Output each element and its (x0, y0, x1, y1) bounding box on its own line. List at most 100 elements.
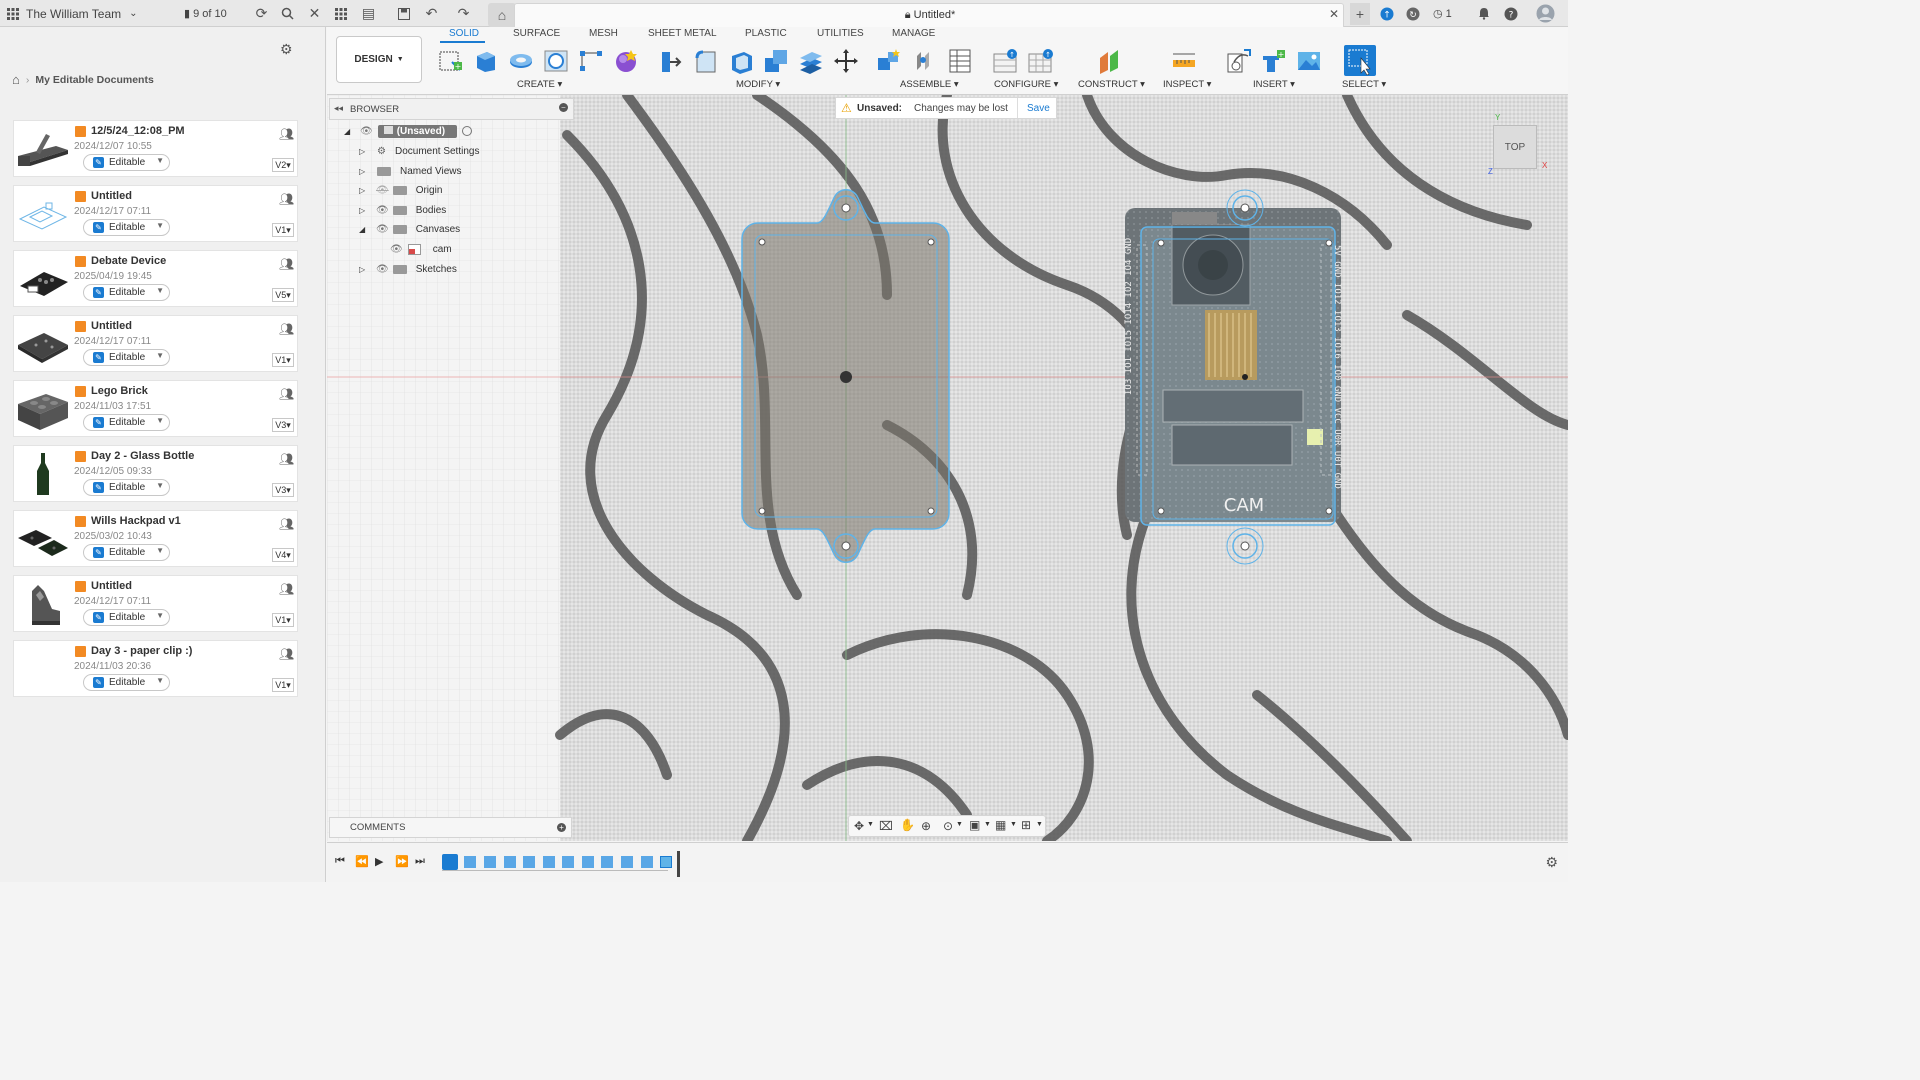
timeline-feature[interactable] (641, 856, 653, 868)
timeline-feature[interactable] (582, 856, 594, 868)
create-menu[interactable]: CREATE ▾ (517, 79, 562, 90)
editable-dropdown[interactable]: ✎ Editable ▼ (83, 609, 170, 626)
view-cube[interactable]: TOP (1493, 125, 1537, 169)
file-icon[interactable]: ▤ (360, 5, 377, 22)
document-card[interactable]: Day 2 - Glass Bottle 2024/12/05 09:33 ✎ E… (13, 445, 298, 502)
team-selector[interactable]: The William Team ⌄ (26, 0, 138, 27)
editable-dropdown[interactable]: ✎ Editable ▼ (83, 414, 170, 431)
assemble-menu[interactable]: ASSEMBLE ▾ (900, 79, 959, 90)
expand-icon[interactable]: ▷ (359, 167, 371, 176)
insert-image-icon[interactable] (1295, 47, 1323, 75)
look-at-icon[interactable]: ⌧ (879, 819, 893, 833)
grid-snap-icon[interactable]: ▦ (995, 818, 1006, 832)
editable-dropdown[interactable]: ✎ Editable ▼ (83, 674, 170, 691)
expand-icon[interactable]: ◢ (359, 225, 371, 234)
tree-item-origin[interactable]: ▷ 👁︎ Origin (359, 181, 442, 199)
tree-item-bodies[interactable]: ▷ 👁︎ Bodies (359, 201, 446, 219)
revolve-icon[interactable] (507, 47, 535, 75)
chevron-down-icon[interactable]: ▼ (1010, 821, 1017, 828)
version-selector[interactable]: V3▾ (272, 483, 294, 497)
eye-icon[interactable]: 👁︎ (376, 205, 389, 216)
share-icon[interactable]: 👥︎ (279, 582, 295, 596)
version-selector[interactable]: V1▾ (272, 353, 294, 367)
modify-menu[interactable]: MODIFY ▾ (736, 79, 780, 90)
viewports-icon[interactable]: ⊞ (1021, 818, 1031, 832)
save-link[interactable]: Save (1027, 103, 1050, 114)
jobs-status[interactable]: ◷ 1 (1433, 0, 1452, 27)
new-component-icon[interactable] (875, 47, 903, 75)
extension-icon[interactable]: ↑ (1378, 5, 1395, 22)
tree-root[interactable]: ◢ 👁︎ (Unsaved) (344, 122, 473, 140)
create-form-icon[interactable] (612, 47, 640, 75)
version-selector[interactable]: V2▾ (272, 158, 294, 172)
document-card[interactable]: Debate Device 2025/04/19 19:45 ✎ Editable… (13, 250, 298, 307)
avatar-icon[interactable] (1536, 4, 1555, 23)
timeline-feature[interactable] (504, 856, 516, 868)
tree-item-cam[interactable]: 👁︎ cam (390, 240, 452, 258)
chevron-down-icon[interactable]: ▼ (984, 821, 991, 828)
share-icon[interactable]: 👥︎ (279, 322, 295, 336)
configure-rules-icon[interactable]: ↑ (1027, 47, 1055, 75)
editable-dropdown[interactable]: ✎ Editable ▼ (83, 219, 170, 236)
configure-table-icon[interactable]: ↑ (992, 47, 1020, 75)
bell-icon[interactable] (1475, 5, 1492, 22)
chevron-down-icon[interactable]: ▼ (867, 821, 874, 828)
version-selector[interactable]: V1▾ (272, 223, 294, 237)
offset-plane-icon[interactable] (1095, 47, 1123, 75)
hole-icon[interactable] (542, 47, 570, 75)
extrude-icon[interactable] (472, 47, 500, 75)
tab-utilities[interactable]: UTILITIES (817, 28, 864, 39)
share-icon[interactable]: 👥︎ (279, 192, 295, 206)
expand-icon[interactable]: ▷ (359, 147, 371, 156)
gear-icon[interactable]: ⚙ (280, 41, 293, 58)
select-menu[interactable]: SELECT ▾ (1342, 79, 1386, 90)
go-to-start-icon[interactable]: ⏮ (335, 855, 345, 868)
tree-item-document-settings[interactable]: ▷ ⚙ Document Settings (359, 142, 479, 160)
help-icon[interactable]: ? (1502, 5, 1519, 22)
chevron-down-icon[interactable]: ▼ (1036, 821, 1043, 828)
press-pull-icon[interactable] (657, 47, 685, 75)
pan-icon[interactable]: ✋ (900, 818, 915, 832)
browser-panel-header[interactable]: ◂◂ BROWSER – (329, 98, 574, 120)
configure-menu[interactable]: CONFIGURE ▾ (994, 79, 1058, 90)
step-back-icon[interactable]: ⏪ (355, 855, 369, 868)
pattern-icon[interactable] (577, 47, 605, 75)
editable-dropdown[interactable]: ✎ Editable ▼ (83, 544, 170, 561)
tree-item-named-views[interactable]: ▷ Named Views (359, 162, 462, 180)
expand-icon[interactable]: ▷ (359, 265, 371, 274)
esp32-cam-board[interactable]: IO3 IO1 IO15 IO14 IO2 IO4 GND 5V GND IO1… (1124, 189, 1342, 565)
tree-item-sketches[interactable]: ▷ 👁︎ Sketches (359, 260, 457, 278)
tab-sheet-metal[interactable]: SHEET METAL (648, 28, 717, 39)
expand-icon[interactable]: ▷ (359, 186, 371, 195)
eye-icon[interactable]: 👁︎ (360, 126, 373, 137)
create-sketch-icon[interactable]: + (437, 47, 465, 75)
tab-manage[interactable]: MANAGE (892, 28, 935, 39)
version-selector[interactable]: V3▾ (272, 418, 294, 432)
share-icon[interactable]: 👥︎ (279, 647, 295, 661)
breadcrumb-current[interactable]: My Editable Documents (35, 74, 153, 86)
eye-hidden-icon[interactable]: 👁︎ (376, 185, 389, 196)
save-icon[interactable] (395, 5, 412, 22)
editable-dropdown[interactable]: ✎ Editable ▼ (83, 349, 170, 366)
share-icon[interactable]: 👥︎ (279, 387, 295, 401)
gear-icon[interactable]: ⚙ (1545, 854, 1558, 871)
document-card[interactable]: Untitled 2024/12/17 07:11 ✎ Editable ▼ 👥︎ … (13, 185, 298, 242)
share-icon[interactable]: 👥︎ (279, 257, 295, 271)
version-selector[interactable]: V1▾ (272, 613, 294, 627)
editable-dropdown[interactable]: ✎ Editable ▼ (83, 154, 170, 171)
timeline-feature-sketch[interactable] (442, 854, 458, 870)
play-icon[interactable]: ▶ (375, 855, 383, 868)
apps-icon[interactable] (6, 0, 20, 27)
enclosure-plate[interactable] (741, 189, 950, 563)
version-selector[interactable]: V1▾ (272, 678, 294, 692)
zoom-icon[interactable]: ⊕ (921, 819, 931, 833)
bill-of-materials-icon[interactable] (945, 47, 973, 75)
timeline-feature[interactable] (601, 856, 613, 868)
timeline-track[interactable] (442, 851, 680, 877)
share-icon[interactable]: 👥︎ (279, 517, 295, 531)
offset-face-icon[interactable] (797, 47, 825, 75)
timeline-feature[interactable] (562, 856, 574, 868)
tab-plastic[interactable]: PLASTIC (745, 28, 787, 39)
document-card[interactable]: 12/5/24_12:08_PM 2024/12/07 10:55 ✎ Edita… (13, 120, 298, 177)
fit-icon[interactable]: ⊙ (943, 819, 953, 833)
